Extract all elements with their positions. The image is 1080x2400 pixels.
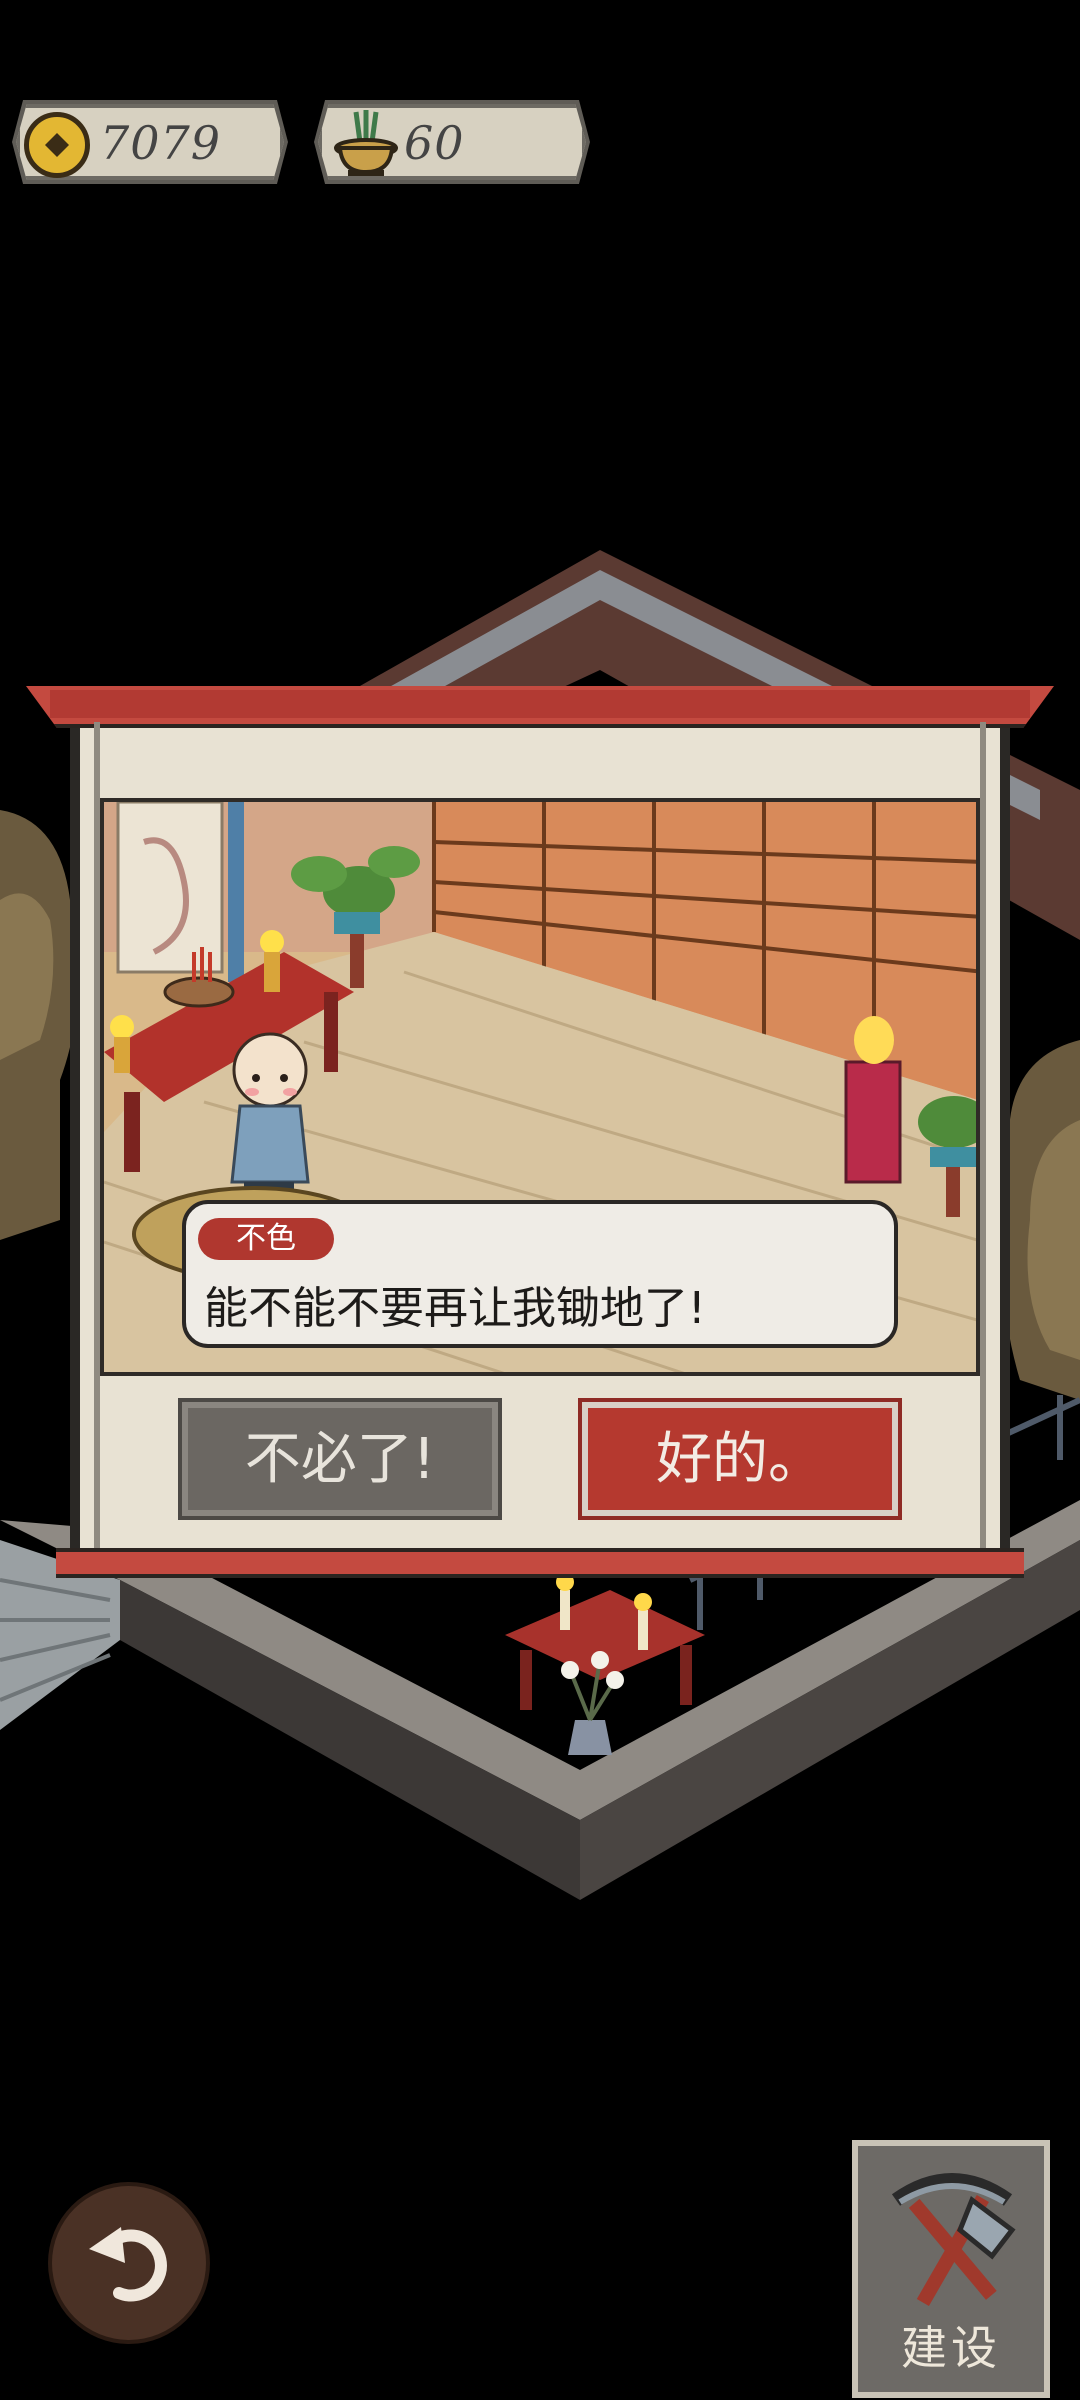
incense-value: 60: [404, 116, 465, 170]
dialog-line: 能不能不要再让我锄地了!: [204, 1283, 706, 1334]
speaker-name-tag: 不色: [198, 1218, 334, 1260]
dialog-bottom-bar: [56, 1548, 1024, 1578]
coin-icon: [24, 112, 90, 178]
build-label: 建设: [901, 2321, 1001, 2375]
incense-burner-icon: [334, 110, 398, 176]
accept-choice-button[interactable]: 好的。: [582, 1402, 898, 1516]
coin-value: 7079: [100, 116, 222, 170]
pickaxe-shovel-icon: [891, 2173, 1016, 2306]
back-button[interactable]: [52, 2186, 206, 2340]
decline-choice-button[interactable]: 不必了!: [182, 1402, 498, 1516]
back-arrow-icon: [89, 2227, 167, 2302]
